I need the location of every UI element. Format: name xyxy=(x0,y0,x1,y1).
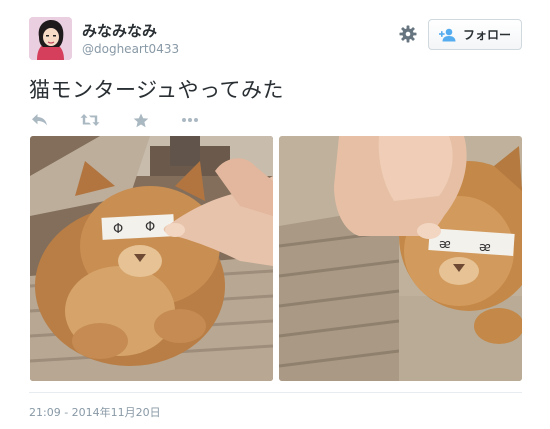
tweet-timestamp[interactable]: 21:09 - 2014年11月20日 xyxy=(29,404,161,420)
divider xyxy=(29,392,522,393)
tweet-photo-2[interactable]: ᴂ ᴂ xyxy=(279,136,522,381)
tweet-text: 猫モンタージュやってみた xyxy=(29,78,285,102)
avatar-image xyxy=(29,17,72,60)
more-dots-icon[interactable] xyxy=(180,112,200,128)
gear-icon[interactable] xyxy=(398,24,418,44)
svg-text:ᴂ: ᴂ xyxy=(479,240,491,254)
retweet-icon[interactable] xyxy=(80,112,100,128)
tweet-photo-1[interactable]: Φ Φ xyxy=(30,136,273,381)
tweet-actions xyxy=(29,112,200,128)
follow-button[interactable]: フォロー xyxy=(428,19,522,50)
star-icon[interactable] xyxy=(131,112,151,128)
svg-text:ᴂ: ᴂ xyxy=(439,237,451,251)
follow-button-label: フォロー xyxy=(462,28,511,42)
avatar[interactable] xyxy=(29,17,72,60)
display-name[interactable]: みなみなみ xyxy=(82,20,157,41)
svg-text:Φ: Φ xyxy=(113,222,123,237)
add-user-icon xyxy=(438,28,456,41)
user-handle[interactable]: @dogheart0433 xyxy=(82,42,179,56)
reply-icon[interactable] xyxy=(29,112,49,128)
svg-text:Φ: Φ xyxy=(145,220,155,235)
